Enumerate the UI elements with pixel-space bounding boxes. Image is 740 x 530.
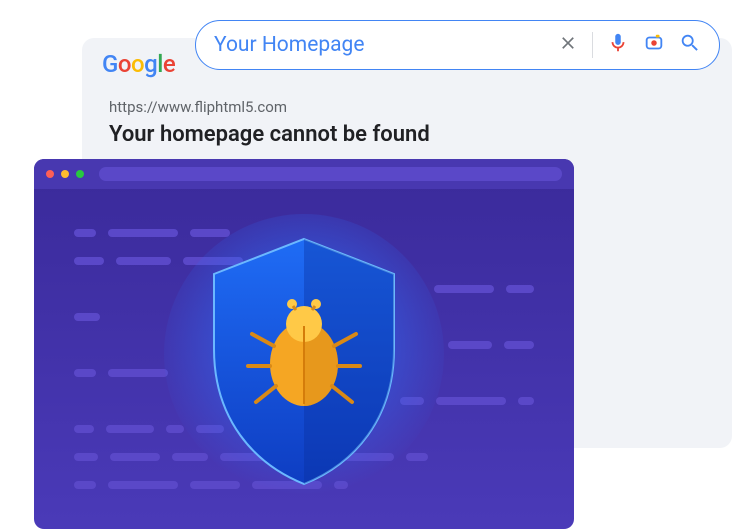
- shield-window: [34, 159, 574, 529]
- address-bar: [99, 167, 562, 181]
- close-icon[interactable]: [46, 170, 54, 178]
- search-input[interactable]: Your Homepage: [214, 33, 558, 57]
- icon-divider: [592, 32, 593, 58]
- google-logo: Google: [102, 50, 175, 78]
- result-url: https://www.fliphtml5.com: [109, 98, 708, 116]
- clear-icon[interactable]: [558, 33, 578, 57]
- search-bar[interactable]: Your Homepage: [195, 20, 720, 70]
- result-title: Your homepage cannot be found: [109, 122, 708, 147]
- shield-graphic: [164, 209, 444, 509]
- minimize-icon[interactable]: [61, 170, 69, 178]
- search-icon[interactable]: [679, 32, 701, 58]
- shield-body: [34, 189, 574, 529]
- voice-icon[interactable]: [607, 32, 629, 58]
- window-titlebar: [34, 159, 574, 189]
- search-icons-group: [558, 32, 701, 58]
- maximize-icon[interactable]: [76, 170, 84, 178]
- lens-icon[interactable]: [643, 32, 665, 58]
